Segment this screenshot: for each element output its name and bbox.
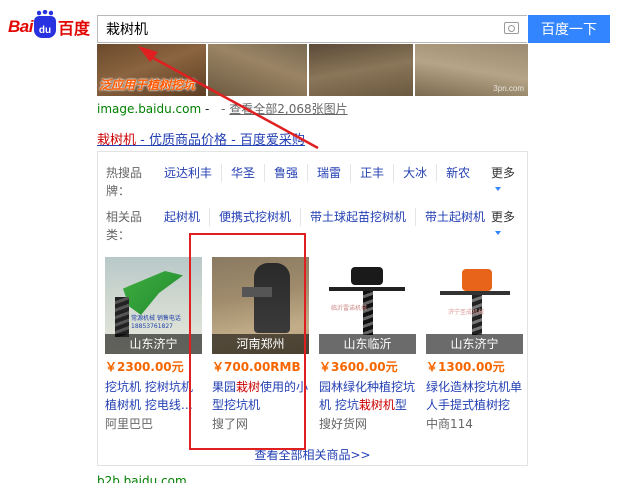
product-name-link[interactable]: 绿化造林挖坑机单人手提式植树挖	[426, 378, 523, 414]
auger-picture	[115, 297, 129, 337]
product-watermark: 济宁圣成机械	[448, 309, 485, 316]
brand-tag[interactable]: 正丰	[350, 164, 393, 182]
hot-brands-list: 远达利丰 华圣 鲁强 瑞雷 正丰 大冰 新农	[146, 164, 479, 200]
product-name-link[interactable]: 挖坑机 挖树坑机 植树机 挖电线…	[105, 378, 202, 414]
more-images-text[interactable]: 查看全部2,068张图片	[229, 102, 347, 116]
product-location: 山东济宁	[426, 334, 523, 354]
more-images-link[interactable]: - 查看全部2,068张图片	[221, 102, 348, 116]
product-image[interactable]: 临沂雷诺机械 山东临沂	[319, 257, 416, 354]
engine-picture	[351, 267, 383, 285]
more-label: 更多	[491, 166, 516, 180]
hot-brands-more-button[interactable]: 更多	[491, 164, 515, 191]
shopping-card: 热搜品牌： 远达利丰 华圣 鲁强 瑞雷 正丰 大冰 新农 更多 相关品类： 起树…	[97, 151, 528, 466]
product-seller: 阿里巴巴	[105, 417, 154, 431]
brand-tag[interactable]: 新农	[436, 164, 479, 182]
category-tag[interactable]: 带土球起苗挖树机	[300, 208, 415, 226]
result-title-rest: - 优质商品价格 - 百度爱采购	[136, 133, 305, 148]
search-results-page: Bai du 百度 百度一下 泛应用于植树挖坑 3pn.com image.ba…	[0, 0, 634, 483]
result-title-highlight: 栽树机	[97, 133, 137, 148]
see-all-products-link[interactable]: 查看全部相关商品>>	[98, 446, 527, 463]
hot-brands-label: 热搜品牌：	[106, 166, 143, 198]
product-location: 山东济宁	[105, 334, 202, 354]
category-tag[interactable]: 起树机	[146, 208, 209, 226]
name-highlight: 栽树机	[358, 398, 395, 412]
result-title-link[interactable]: 栽树机 - 优质商品价格 - 百度爱采购	[97, 129, 305, 148]
search-button[interactable]: 百度一下	[528, 15, 610, 43]
image-results-strip: 泛应用于植树挖坑 3pn.com	[97, 44, 528, 96]
category-tag[interactable]: 带土起树机	[415, 208, 494, 226]
source-separator: -	[201, 102, 214, 116]
product-location: 山东临沂	[319, 334, 416, 354]
product-image[interactable]: 常源机械 销售电话 18853761827 山东济宁	[105, 257, 202, 354]
image-caption: 泛应用于植树挖坑	[99, 78, 196, 92]
caret-down-icon	[495, 187, 501, 191]
highlight-box-annotation	[189, 233, 306, 450]
tractor-auger-picture	[123, 271, 183, 315]
product-price: ￥2300.00元	[105, 360, 184, 374]
image-source-link[interactable]: image.baidu.com	[97, 102, 201, 116]
baidu-logo[interactable]: Bai du 百度	[8, 10, 90, 41]
image-result-3[interactable]	[309, 44, 414, 96]
brand-tag[interactable]: 鲁强	[264, 164, 307, 182]
image-source-line: image.baidu.com - - 查看全部2,068张图片	[97, 100, 348, 117]
logo-text: 百度	[57, 19, 90, 38]
brand-tag[interactable]: 华圣	[221, 164, 264, 182]
search-input[interactable]	[98, 16, 488, 42]
product-watermark: 临沂雷诺机械	[331, 305, 368, 312]
b2b-source-link[interactable]: b2b.baidu.com	[97, 474, 187, 483]
product-card[interactable]: 济宁圣成机械 山东济宁 ￥1300.00元 绿化造林挖坑机单人手提式植树挖 中商…	[426, 257, 523, 432]
related-label: 相关品类：	[106, 210, 143, 242]
brand-tag[interactable]: 大冰	[393, 164, 436, 182]
auger-picture	[363, 291, 373, 335]
product-card[interactable]: 常源机械 销售电话 18853761827 山东济宁 ￥2300.00元 挖坑机…	[105, 257, 202, 432]
engine-picture	[462, 269, 492, 291]
camera-icon[interactable]	[504, 22, 519, 34]
hot-brands-row: 热搜品牌： 远达利丰 华圣 鲁强 瑞雷 正丰 大冰 新农	[106, 164, 479, 200]
logo-paw-icon: du	[33, 10, 56, 38]
logo-bai: Bai	[8, 17, 33, 36]
product-price: ￥1300.00元	[426, 360, 505, 374]
search-box	[97, 15, 527, 43]
product-seller: 中商114	[426, 417, 473, 431]
brand-tag[interactable]: 远达利丰	[146, 164, 221, 182]
product-list: 常源机械 销售电话 18853761827 山东济宁 ￥2300.00元 挖坑机…	[105, 257, 523, 432]
product-image[interactable]: 济宁圣成机械 山东济宁	[426, 257, 523, 354]
image-result-2[interactable]	[207, 44, 308, 96]
image-watermark: 3pn.com	[493, 84, 524, 93]
brand-tag[interactable]: 瑞雷	[307, 164, 350, 182]
product-card[interactable]: 临沂雷诺机械 山东临沂 ￥3600.00元 园林绿化种植挖坑机 挖坑栽树机型 搜…	[319, 257, 416, 432]
image-result-1[interactable]: 泛应用于植树挖坑	[97, 44, 206, 96]
product-seller: 搜好货网	[319, 417, 368, 431]
product-price: ￥3600.00元	[319, 360, 398, 374]
image-result-4[interactable]: 3pn.com	[415, 44, 528, 96]
name-part: 型	[394, 398, 407, 412]
more-label: 更多	[491, 210, 516, 224]
caret-down-icon	[495, 231, 501, 235]
category-tag[interactable]: 便携式挖树机	[209, 208, 300, 226]
related-more-button[interactable]: 更多	[491, 208, 515, 235]
product-name-link[interactable]: 园林绿化种植挖坑机 挖坑栽树机型	[319, 378, 416, 414]
